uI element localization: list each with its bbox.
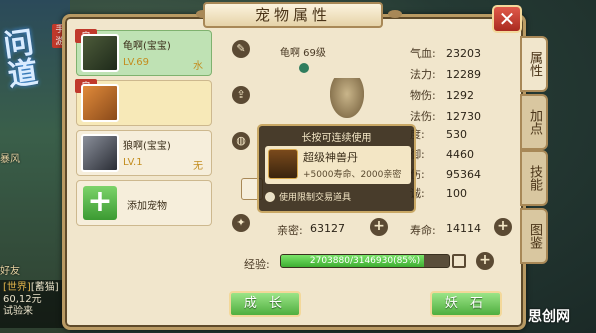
panel-title: 宠物属性 bbox=[203, 2, 383, 28]
lock-icon[interactable] bbox=[452, 254, 466, 268]
stat-row: 伤: 95364 bbox=[410, 168, 481, 181]
watermark: 思创网 bbox=[528, 309, 570, 325]
stat-row: 法伤: 12730 bbox=[410, 110, 481, 123]
add-experience-button[interactable]: + bbox=[476, 252, 494, 270]
chat-line-1: [蓄猫] bbox=[30, 282, 59, 293]
stat-row: 御: 4460 bbox=[410, 148, 474, 161]
pet-card-squirrel[interactable]: 宝 bbox=[75, 79, 212, 126]
lifespan-value: 14114 bbox=[446, 222, 481, 235]
add-pet-button[interactable]: + 添加宠物 bbox=[76, 180, 212, 226]
pet-card-turtle[interactable]: 宝 龟啊(宝宝) LV.69 水 bbox=[75, 29, 212, 76]
chat-line-2: 60,12元 bbox=[3, 294, 42, 305]
add-pet-label: 添加宠物 bbox=[127, 201, 167, 212]
stat-row: 物伤: 1292 bbox=[410, 89, 474, 102]
restricted-items-label: 使用限制交易道具 bbox=[279, 193, 352, 203]
tab-add-points[interactable]: 加点 bbox=[520, 94, 548, 150]
pet-name: 龟啊(宝宝) bbox=[123, 41, 171, 52]
experience-text: 2703880/3146930(85%) bbox=[309, 256, 421, 266]
beast-pill-icon bbox=[268, 149, 298, 179]
restricted-items-checkbox[interactable] bbox=[265, 192, 275, 202]
world-label-wind: 暴风 bbox=[0, 154, 20, 165]
demon-stone-button[interactable]: 妖 石 bbox=[430, 291, 502, 317]
stat-row: 诚: 100 bbox=[410, 187, 467, 200]
pet-avatar-turtle bbox=[81, 34, 119, 72]
pet-element: 水 bbox=[193, 61, 203, 72]
tab-skills[interactable]: 技能 bbox=[520, 150, 548, 206]
stat-row: 法力: 12289 bbox=[410, 68, 481, 81]
lifespan-label: 寿命: bbox=[410, 224, 436, 237]
tab-handbook[interactable]: 图鉴 bbox=[520, 208, 548, 264]
plus-icon: + bbox=[83, 186, 117, 220]
pet-model bbox=[330, 78, 364, 118]
stat-row: 气血: 23203 bbox=[410, 47, 481, 60]
add-intimacy-button[interactable]: + bbox=[370, 218, 388, 236]
chat-line-3: 试验来 bbox=[3, 306, 33, 317]
experience-bar: 2703880/3146930(85%) bbox=[280, 254, 450, 268]
stat-row: 度: 530 bbox=[410, 128, 467, 141]
pet-avatar-squirrel bbox=[81, 84, 119, 122]
pet-level: LV.69 bbox=[123, 57, 149, 68]
share-icon[interactable]: ⇪ bbox=[232, 86, 250, 104]
friends-button[interactable]: 好友 bbox=[0, 262, 20, 277]
feed-icon[interactable]: ◍ bbox=[232, 132, 250, 150]
element-dot-icon bbox=[299, 63, 309, 73]
tooltip-item-name: 超级神兽丹 bbox=[303, 151, 358, 164]
intimacy-label: 亲密: bbox=[277, 224, 303, 237]
experience-label: 经验: bbox=[244, 258, 270, 271]
intimacy-value: 63127 bbox=[310, 222, 345, 235]
pet-level: LV.1 bbox=[123, 157, 143, 168]
rename-pencil-icon[interactable]: ✎ bbox=[232, 40, 250, 58]
close-button[interactable]: ✕ bbox=[492, 5, 522, 33]
world-chat-ticker[interactable]: [世界][蓄猫] 60,12元 试验来 bbox=[0, 280, 70, 328]
tooltip-item-desc: +5000寿命、2000亲密 bbox=[303, 170, 402, 180]
tab-attributes[interactable]: 属性 bbox=[520, 36, 548, 92]
tooltip-item[interactable]: 超级神兽丹 +5000寿命、2000亲密 bbox=[265, 146, 411, 184]
pet-avatar-wolf bbox=[81, 134, 119, 172]
evolve-icon[interactable]: ✦ bbox=[232, 214, 250, 232]
selected-pet-title: 龟啊 69级 bbox=[280, 48, 326, 59]
pet-element: 无 bbox=[193, 161, 203, 172]
item-tooltip: 长按可连续使用 超级神兽丹 +5000寿命、2000亲密 使用限制交易道具 bbox=[257, 124, 416, 213]
add-lifespan-button[interactable]: + bbox=[494, 218, 512, 236]
pet-list: 宝 龟啊(宝宝) LV.69 水 宝 狼啊(宝宝) LV.1 无 + 添加宠物 bbox=[75, 29, 212, 230]
pet-card-wolf[interactable]: 狼啊(宝宝) LV.1 无 bbox=[76, 130, 212, 176]
tooltip-title: 长按可连续使用 bbox=[301, 133, 372, 144]
title-ornament-right bbox=[388, 10, 402, 18]
grow-button[interactable]: 成 长 bbox=[229, 291, 301, 317]
chat-channel-tag: [世界] bbox=[3, 282, 31, 293]
pet-name: 狼啊(宝宝) bbox=[123, 141, 171, 152]
